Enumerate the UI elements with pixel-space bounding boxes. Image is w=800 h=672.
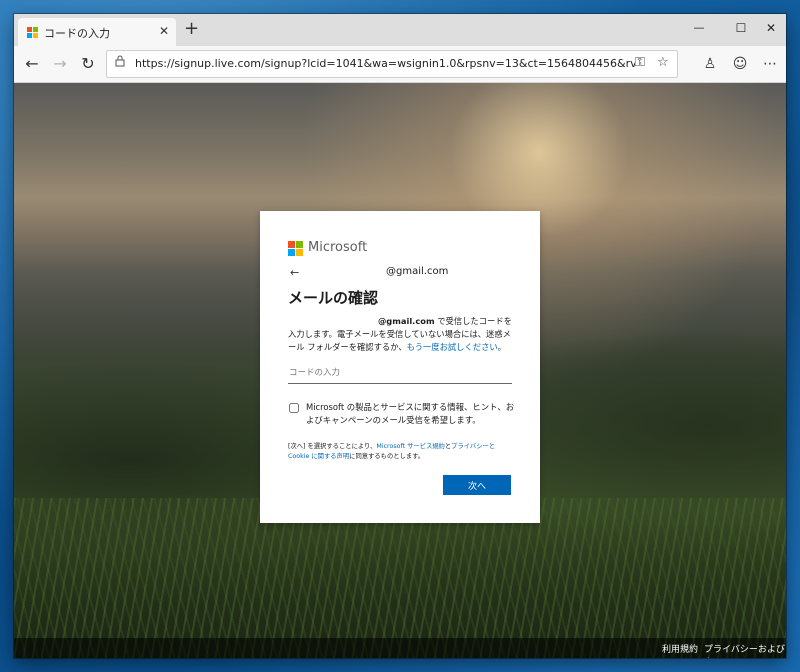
terms-of-use-link[interactable]: 利用規約	[662, 642, 698, 655]
back-arrow-icon[interactable]: ←	[290, 266, 299, 279]
microsoft-logo: Microsoft	[288, 239, 367, 257]
key-icon[interactable]: ⚿	[635, 55, 645, 70]
page-title: メールの確認	[288, 289, 379, 307]
back-icon[interactable]: ←	[20, 52, 44, 76]
refresh-icon[interactable]: ↻	[76, 52, 100, 76]
ms-favicon-red	[27, 27, 32, 32]
microsoft-logo-icon	[288, 241, 303, 256]
page-viewport: Microsoft ← @gmail.com メールの確認 @gmail.com…	[14, 83, 786, 658]
ms-logo-yellow	[296, 249, 303, 256]
ms-favicon-green	[33, 27, 38, 32]
ms-favicon-blue	[27, 33, 32, 38]
marketing-checkbox-label: Microsoft の製品とサービスに関する情報、ヒント、およびキャンペーンのメ…	[306, 402, 515, 425]
feedback-smiley-icon[interactable]: ☺	[728, 52, 752, 76]
url-text: https://signup.live.com/signup?lcid=1041…	[135, 57, 635, 70]
favorite-star-icon[interactable]: ☆	[657, 55, 669, 70]
code-input[interactable]	[288, 363, 512, 384]
lock-icon	[115, 55, 125, 70]
tab-strip: コードの入力 ✕ + — ☐ ✕	[14, 14, 786, 46]
page-footer: 利用規約 プライバシーおよびクッキー	[14, 638, 786, 658]
recipient-email: @gmail.com	[378, 316, 435, 326]
minimize-button[interactable]: —	[686, 16, 712, 40]
window-close-button[interactable]: ✕	[758, 16, 784, 40]
retry-link[interactable]: もう一度お試しください	[407, 342, 498, 352]
address-bar[interactable]: https://signup.live.com/signup?lcid=1041…	[106, 50, 678, 78]
new-tab-button[interactable]: +	[184, 18, 199, 40]
microsoft-wordmark: Microsoft	[308, 240, 368, 255]
forward-icon[interactable]: →	[48, 52, 72, 76]
maximize-button[interactable]: ☐	[728, 16, 754, 40]
terms-prefix: [次へ] を選択することにより、	[288, 443, 377, 450]
terms-text: [次へ] を選択することにより、Microsoft サービス規約とプライバシーと…	[288, 442, 514, 461]
privacy-cookies-link[interactable]: プライバシーおよびクッキー	[704, 642, 786, 658]
identity-email: @gmail.com	[386, 266, 449, 277]
marketing-checkbox[interactable]	[289, 403, 299, 413]
profile-icon[interactable]: ♙	[698, 52, 722, 76]
instruction-end: 。	[497, 342, 506, 352]
ms-logo-red	[288, 241, 295, 248]
browser-toolbar: ← → ↻ https://signup.live.com/signup?lci…	[14, 46, 786, 83]
ms-logo-blue	[288, 249, 295, 256]
microsoft-favicon-icon	[27, 27, 38, 38]
ms-favicon-yellow	[33, 33, 38, 38]
tab-title: コードの入力	[44, 27, 110, 40]
more-menu-icon[interactable]: ⋯	[758, 52, 782, 76]
terms-suffix: に同意するものとします。	[349, 452, 425, 460]
next-button[interactable]: 次へ	[443, 475, 511, 495]
browser-window: コードの入力 ✕ + — ☐ ✕ ← → ↻ https://signup.li…	[14, 14, 786, 658]
ms-logo-green	[296, 241, 303, 248]
signup-dialog: Microsoft ← @gmail.com メールの確認 @gmail.com…	[260, 211, 540, 523]
service-agreement-link[interactable]: Microsoft サービス規約	[376, 443, 444, 450]
tab-active[interactable]: コードの入力 ✕	[18, 18, 176, 46]
instruction-text: @gmail.com で受信したコードを入力します。電子メールを受信していない場…	[288, 315, 514, 354]
tab-close-icon[interactable]: ✕	[159, 24, 169, 38]
